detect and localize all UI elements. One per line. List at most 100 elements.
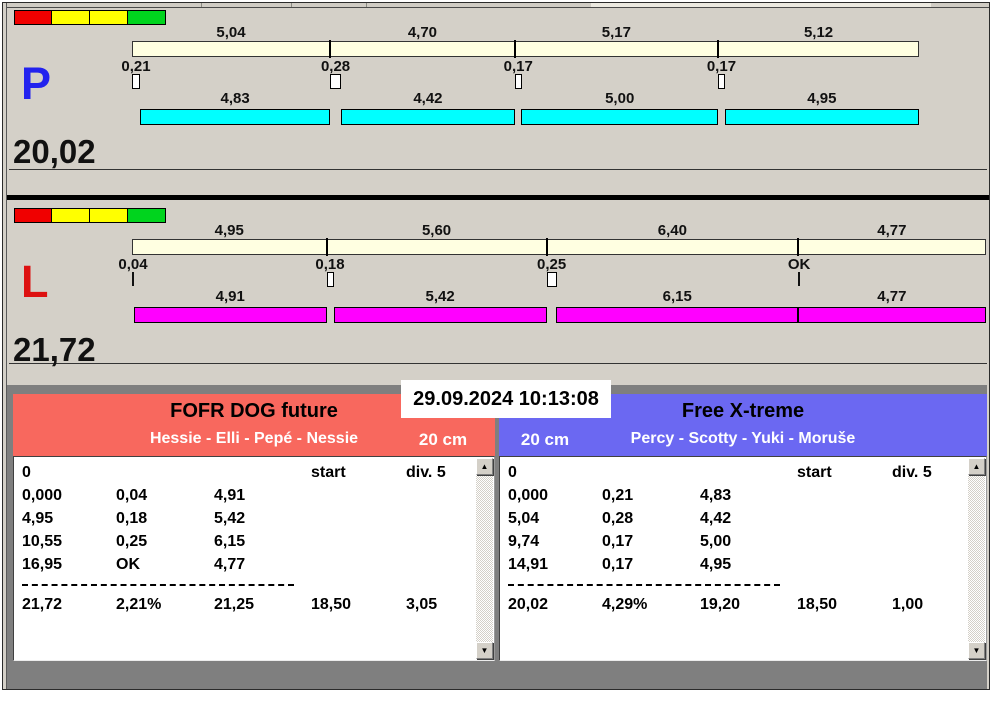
run-time-label: 5,04 xyxy=(216,24,246,41)
dog-split-bar xyxy=(798,307,986,323)
window-top-strip xyxy=(7,3,989,8)
results-table[interactable]: 0 start div. 5 0,000 0,04 4,91 4,95 0,18 5,42 10,… xyxy=(13,456,495,661)
table-row: 16,95 OK 4,77 xyxy=(22,553,474,576)
run-time-bar xyxy=(132,239,986,255)
table-cell: 4,42 xyxy=(700,510,732,527)
status-indicator-box-1 xyxy=(14,208,52,223)
dog-split-time-label: 4,42 xyxy=(413,90,443,107)
table-cell: 4,91 xyxy=(214,487,246,504)
table-row: 5,04 0,28 4,42 xyxy=(508,507,966,530)
table-cell: 5,04 xyxy=(508,510,540,527)
table-totals-row: 20,02 4,29% 19,20 18,50 1,00 xyxy=(508,593,966,616)
table-cell: 18,50 xyxy=(311,596,352,613)
table-cell: 19,20 xyxy=(700,596,741,613)
status-indicator-boxes xyxy=(14,208,166,224)
status-indicator-box-2 xyxy=(52,10,90,25)
run-time-label: 4,70 xyxy=(407,24,438,41)
table-cell: 5,00 xyxy=(700,533,732,550)
run-bar-divider xyxy=(716,40,719,58)
run-bar-divider xyxy=(513,40,516,58)
table-row: 0,000 0,04 4,91 xyxy=(22,484,474,507)
table-cell xyxy=(797,530,892,553)
status-indicator-box-4 xyxy=(128,208,166,223)
lane-letter: L xyxy=(21,256,49,307)
run-bar-divider xyxy=(325,238,328,256)
table-cell: 4,95 xyxy=(22,510,54,527)
table-cell xyxy=(700,461,797,484)
changeover-time-label: 0,21 xyxy=(121,58,151,75)
table-cell: 0,18 xyxy=(116,510,148,527)
changeover-marker-line xyxy=(132,272,134,286)
lane-p-panel: P 20,02 5,04 0,21 4,83 4,70 0,28 4,42 5,17 0,17 5,… xyxy=(9,9,987,170)
status-indicator-box-2 xyxy=(52,208,90,223)
table-cell: div. 5 xyxy=(892,464,932,481)
dog-split-time-label: 6,15 xyxy=(662,288,692,305)
table-cell: 2,21% xyxy=(116,596,162,613)
scroll-up-button[interactable]: ▲ xyxy=(968,458,985,475)
table-cell xyxy=(892,507,966,530)
table-cell: 21,25 xyxy=(214,596,255,613)
datetime-display: 29.09.2024 10:13:08 xyxy=(401,380,611,418)
table-cell: 4,29% xyxy=(602,596,648,613)
table-cell: 0,21 xyxy=(602,487,634,504)
table-row: 10,55 0,25 6,15 xyxy=(22,530,474,553)
results-table-content: 0 start div. 5 0,000 0,21 4,83 5,04 0,28 4,42 9,7… xyxy=(508,461,966,660)
dog-split-time-label: 5,42 xyxy=(425,288,455,305)
status-indicator-box-3 xyxy=(90,10,128,25)
dog-split-bar-divider xyxy=(797,307,800,323)
dog-split-time-label: 5,00 xyxy=(605,90,635,107)
table-cell: 3,05 xyxy=(406,596,438,613)
changeover-time-label: 0,25 xyxy=(537,256,567,273)
table-cell xyxy=(214,461,311,484)
results-table[interactable]: 0 start div. 5 0,000 0,21 4,83 5,04 0,28 4,42 9,7… xyxy=(499,456,987,661)
table-cell: 0,000 xyxy=(508,487,549,504)
results-section: 29.09.2024 10:13:08 FOFR DOG future Hessi… xyxy=(7,380,987,689)
table-cell: 0,17 xyxy=(602,556,634,573)
team-panel-left: FOFR DOG future Hessie - Elli - Pepé - Ne… xyxy=(13,394,495,663)
table-cell: 4,77 xyxy=(214,556,246,573)
changeover-marker-box xyxy=(132,74,140,89)
table-cell xyxy=(311,507,406,530)
dog-split-bar xyxy=(556,307,799,323)
status-indicator-box-4 xyxy=(128,10,166,25)
jump-height-label: 20 cm xyxy=(418,430,468,449)
status-indicator-boxes xyxy=(14,10,166,26)
table-cell: 1,00 xyxy=(892,596,924,613)
table-cell xyxy=(797,553,892,576)
changeover-marker-box xyxy=(717,74,725,89)
results-table-content: 0 start div. 5 0,000 0,04 4,91 4,95 0,18 5,42 10,… xyxy=(22,461,474,660)
changeover-time-label: OK xyxy=(787,256,811,273)
table-cell: 10,55 xyxy=(22,533,63,550)
vertical-scrollbar[interactable]: ▲ ▼ xyxy=(476,458,493,659)
dog-split-bar xyxy=(724,109,920,125)
table-cell: 16,95 xyxy=(22,556,63,573)
status-indicator-box-1 xyxy=(14,10,52,25)
lane-total-time: 20,02 xyxy=(13,133,96,170)
table-cell: 0,04 xyxy=(116,487,148,504)
scroll-down-button[interactable]: ▼ xyxy=(968,642,985,659)
table-cell: 4,95 xyxy=(700,556,732,573)
table-cell: 20,02 xyxy=(508,596,549,613)
totals-separator xyxy=(22,584,294,586)
table-cell xyxy=(311,530,406,553)
vertical-scrollbar[interactable]: ▲ ▼ xyxy=(968,458,985,659)
table-cell: OK xyxy=(116,556,140,573)
run-time-label: 5,12 xyxy=(803,24,834,41)
run-bar-divider xyxy=(329,40,332,58)
table-row: 4,95 0,18 5,42 xyxy=(22,507,474,530)
lane-divider-strip xyxy=(7,170,989,200)
table-cell xyxy=(406,530,474,553)
changeover-time-label: 0,28 xyxy=(320,58,351,75)
table-cell xyxy=(406,553,474,576)
table-cell xyxy=(892,484,966,507)
changeover-marker-box xyxy=(546,272,557,287)
scroll-down-button[interactable]: ▼ xyxy=(476,642,493,659)
changeover-marker-box xyxy=(330,74,342,89)
dog-split-bar xyxy=(521,109,718,125)
run-time-label: 5,60 xyxy=(421,222,452,239)
table-header-row: 0 start div. 5 xyxy=(508,461,966,484)
run-time-label: 6,40 xyxy=(657,222,687,239)
changeover-time-label: 0,18 xyxy=(315,256,345,273)
thick-black-divider xyxy=(7,195,989,200)
scroll-up-button[interactable]: ▲ xyxy=(476,458,493,475)
